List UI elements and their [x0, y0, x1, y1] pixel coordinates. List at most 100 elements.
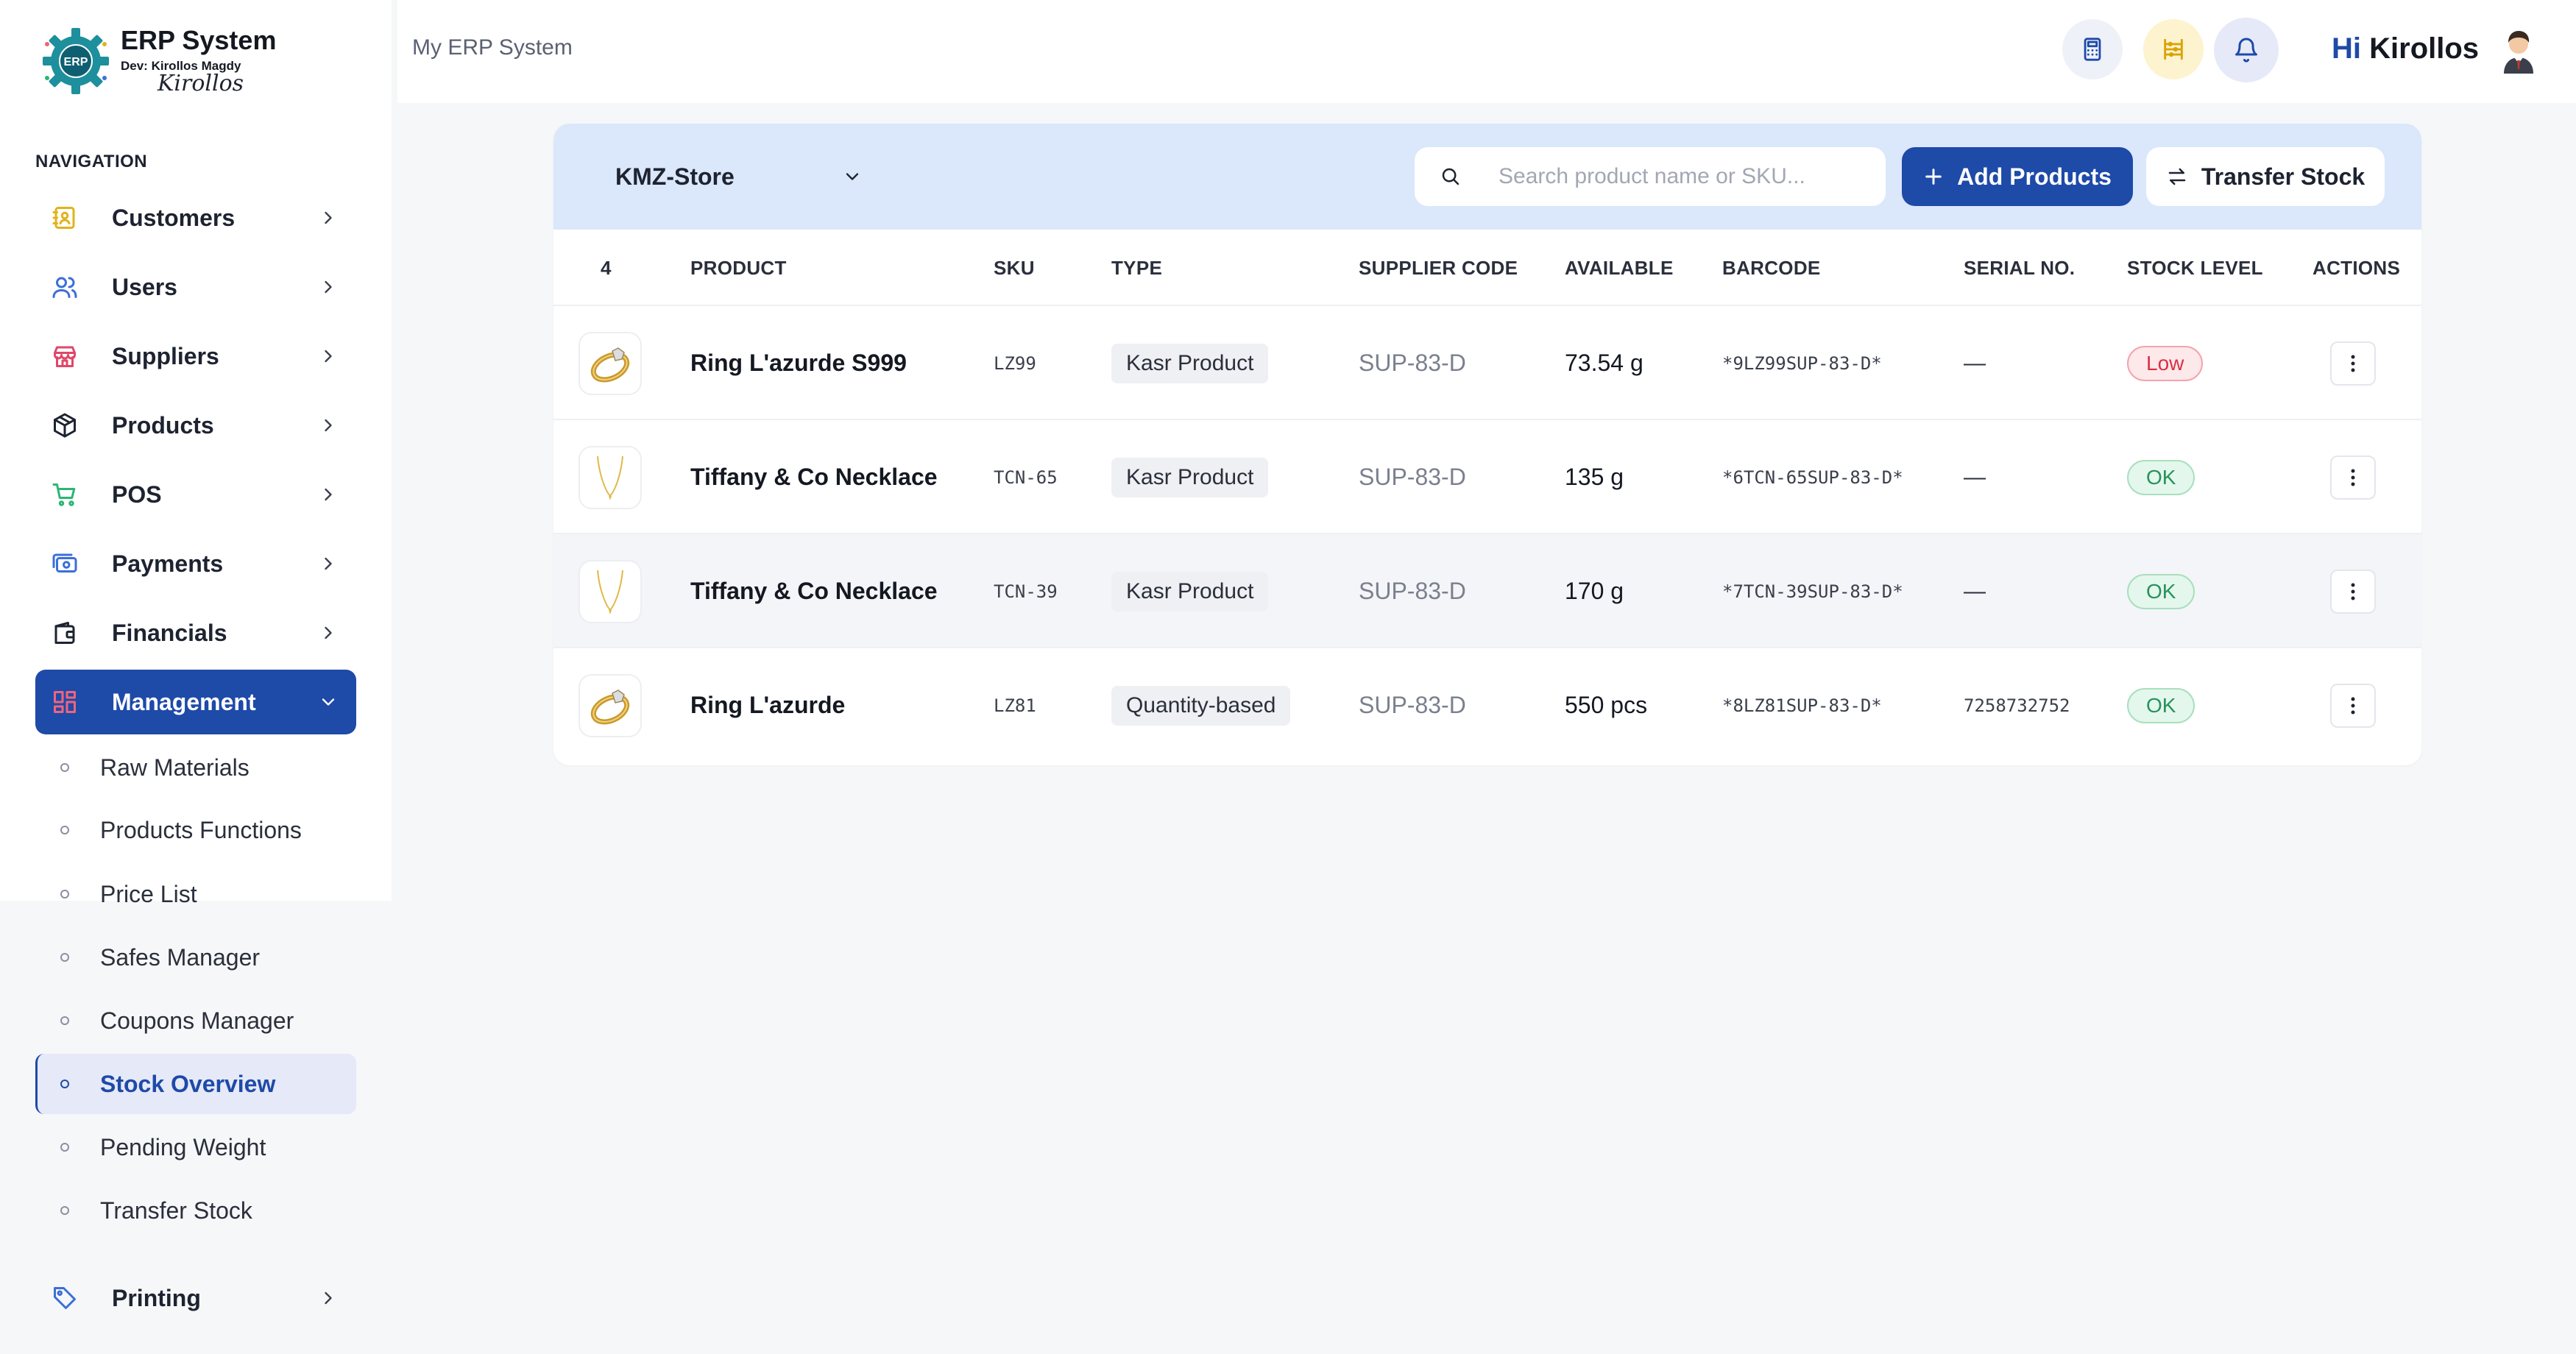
column-header-serial-no[interactable]: SERIAL NO. — [1964, 230, 2075, 306]
product-name[interactable]: Tiffany & Co Necklace — [690, 464, 938, 491]
row-actions-button[interactable] — [2330, 569, 2376, 614]
nav-heading: NAVIGATION — [35, 152, 148, 171]
serial-number: 7258732752 — [1964, 695, 2070, 716]
user-greeting[interactable]: Hi Kirollos — [2332, 32, 2479, 65]
column-header-available[interactable]: AVAILABLE — [1565, 230, 1674, 306]
sidebar-item-suppliers[interactable]: Suppliers — [35, 324, 356, 389]
chevron-right-icon — [325, 1291, 332, 1305]
sku-value: TCN-65 — [994, 467, 1058, 488]
table-row[interactable]: Tiffany & Co Necklace TCN-39 Kasr Produc… — [553, 534, 2421, 648]
breadcrumb[interactable]: My ERP System — [412, 35, 573, 60]
avatar[interactable] — [2497, 26, 2541, 74]
subitem-label: Price List — [100, 880, 197, 907]
table-row[interactable]: Ring L'azurde S999 LZ99 Kasr Product SUP… — [553, 306, 2421, 420]
product-name[interactable]: Ring L'azurde S999 — [690, 350, 907, 377]
grid-icon — [50, 687, 79, 717]
stock-overview-card: KMZ-Store Add Products Transfer Stock 4 … — [553, 124, 2421, 765]
row-actions-button[interactable] — [2330, 683, 2376, 728]
chevron-right-icon — [325, 350, 332, 363]
sidebar-item-label: Payments — [112, 550, 224, 577]
kebab-menu-icon — [2351, 355, 2355, 372]
subitem-stock-overview[interactable]: Stock Overview — [35, 1054, 356, 1114]
sidebar-item-label: Printing — [112, 1284, 201, 1311]
type-chip: Kasr Product — [1111, 343, 1269, 383]
product-name[interactable]: Ring L'azurde — [690, 692, 845, 719]
abacus-icon — [2164, 38, 2183, 60]
subitem-label: Products Functions — [100, 816, 302, 843]
sidebar: ERP ERP System Dev: Kirollos Magdy Kirol… — [0, 0, 392, 1354]
barcode-value: *6TCN-65SUP-83-D* — [1722, 467, 1903, 488]
table-row[interactable]: Ring L'azurde LZ81 Quantity-based SUP-83… — [553, 648, 2421, 762]
stock-level-badge: OK — [2127, 459, 2195, 495]
necklace-image-icon — [597, 456, 623, 500]
necklace-image-icon — [597, 570, 623, 614]
search-box[interactable] — [1415, 147, 1886, 206]
sidebar-item-label: Products — [112, 411, 214, 439]
search-input[interactable] — [1498, 164, 1837, 189]
column-header-supplier-code[interactable]: SUPPLIER CODE — [1359, 230, 1518, 306]
sidebar-item-printing[interactable]: Printing — [35, 1266, 356, 1330]
chevron-right-icon — [325, 626, 332, 639]
search-icon — [1442, 168, 1459, 185]
sidebar-item-label: POS — [112, 481, 162, 508]
subitem-pending-weight[interactable]: Pending Weight — [35, 1117, 356, 1177]
column-header-barcode[interactable]: BARCODE — [1722, 230, 1821, 306]
wallet-icon — [50, 618, 79, 648]
column-header-actions: ACTIONS — [2313, 257, 2401, 279]
product-name[interactable]: Tiffany & Co Necklace — [690, 578, 938, 605]
sidebar-item-payments[interactable]: Payments — [35, 531, 356, 596]
subitem-raw-materials[interactable]: Raw Materials — [35, 737, 356, 798]
sidebar-item-pos[interactable]: POS — [35, 462, 356, 527]
sidebar-item-products[interactable]: Products — [35, 393, 356, 458]
brand-signature: Kirollos — [158, 71, 244, 96]
contact-book-icon — [50, 203, 79, 233]
erp-gear-logo-icon: ERP — [43, 28, 109, 94]
add-products-button[interactable]: Add Products — [1902, 147, 2133, 206]
tag-icon — [50, 1283, 79, 1313]
type-chip: Quantity-based — [1111, 685, 1291, 726]
sidebar-item-management[interactable]: Management — [35, 670, 356, 734]
chevron-right-icon — [325, 280, 332, 294]
plus-icon — [1925, 169, 1942, 185]
subitem-label: Raw Materials — [100, 754, 250, 781]
column-header-stock-level[interactable]: STOCK LEVEL — [2127, 230, 2263, 306]
bullet-icon — [60, 763, 69, 772]
transfer-arrows-icon — [2168, 168, 2186, 185]
users-icon — [50, 272, 79, 302]
product-thumbnail — [578, 648, 642, 762]
abacus-button[interactable] — [2143, 19, 2204, 79]
store-select[interactable]: KMZ-Store — [589, 147, 883, 206]
top-header: My ERP System Hi Kirollos — [397, 0, 2576, 103]
greeting-hi: Hi — [2332, 32, 2361, 65]
card-toolbar: KMZ-Store Add Products Transfer Stock — [553, 124, 2421, 230]
barcode-value: *9LZ99SUP-83-D* — [1722, 352, 1882, 374]
row-actions-button[interactable] — [2330, 341, 2376, 386]
bullet-icon — [60, 1143, 69, 1152]
table-header: 4 PRODUCT SKU TYPE SUPPLIER CODE AVAILAB… — [553, 230, 2421, 306]
subitem-products-functions[interactable]: Products Functions — [35, 800, 356, 860]
transfer-stock-button[interactable]: Transfer Stock — [2146, 147, 2385, 206]
kebab-menu-icon — [2351, 469, 2355, 486]
brand[interactable]: ERP ERP System Dev: Kirollos Magdy Kirol… — [37, 22, 276, 103]
calculator-button[interactable] — [2062, 19, 2123, 79]
notifications-button[interactable] — [2214, 18, 2279, 82]
kebab-menu-icon — [2351, 697, 2355, 714]
column-header-product[interactable]: PRODUCT — [690, 230, 787, 306]
sidebar-item-financials[interactable]: Financials — [35, 600, 356, 665]
serial-number: — — [1964, 350, 1986, 375]
subitem-coupons-manager[interactable]: Coupons Manager — [35, 990, 356, 1051]
sidebar-item-customers[interactable]: Customers — [35, 185, 356, 250]
available-quantity: 170 g — [1565, 578, 1624, 604]
cart-icon — [50, 480, 79, 509]
column-header-sku[interactable]: SKU — [994, 230, 1035, 306]
stock-level-badge: OK — [2127, 687, 2195, 723]
row-actions-button[interactable] — [2330, 455, 2376, 500]
sidebar-item-users[interactable]: Users — [35, 255, 356, 319]
subitem-transfer-stock[interactable]: Transfer Stock — [35, 1180, 356, 1241]
column-header-type[interactable]: TYPE — [1111, 230, 1162, 306]
subitem-price-list[interactable]: Price List — [35, 864, 356, 924]
product-thumbnail — [578, 306, 642, 420]
product-thumbnail — [578, 420, 642, 534]
subitem-safes-manager[interactable]: Safes Manager — [35, 927, 356, 988]
table-row[interactable]: Tiffany & Co Necklace TCN-65 Kasr Produc… — [553, 420, 2421, 534]
